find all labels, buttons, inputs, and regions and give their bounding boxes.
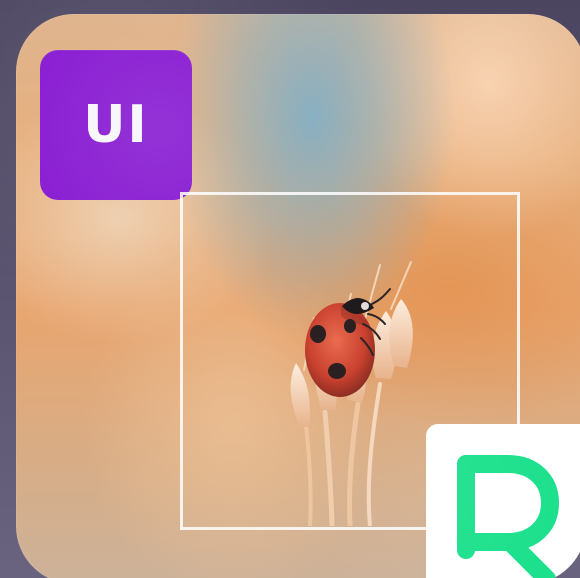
ui-badge: UI [40, 50, 192, 200]
ui-badge-label: UI [83, 95, 149, 155]
app-icon: UI [16, 14, 580, 578]
r-logo [426, 424, 580, 578]
app-icon-canvas: UI [0, 0, 580, 578]
